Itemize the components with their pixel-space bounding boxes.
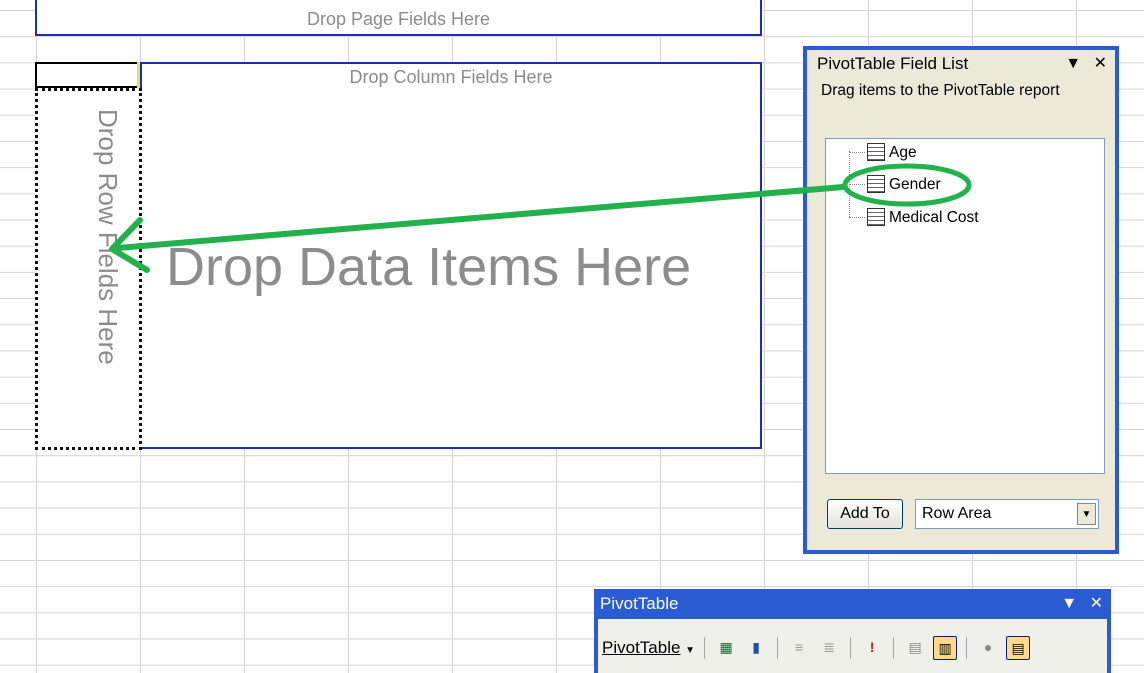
field-item-age[interactable]: Age: [867, 141, 917, 165]
show-detail-icon[interactable]: ≣: [817, 636, 841, 660]
chevron-down-icon[interactable]: ▼: [1077, 503, 1096, 525]
toolbar-buttons: PivotTable ▼ ▦ ▮ ≡ ≣ ! ▤ ▥ ● ▤: [602, 633, 1031, 663]
field-icon: [867, 143, 885, 161]
toolbar-separator: [777, 637, 779, 659]
column-fields-drop-zone[interactable]: Drop Column Fields Here: [140, 62, 762, 90]
refresh-data-icon[interactable]: !: [860, 636, 884, 660]
dropdown-arrow-icon[interactable]: ▼: [1061, 595, 1077, 612]
tree-line: [849, 152, 865, 153]
area-select[interactable]: Row Area ▼: [915, 499, 1099, 529]
data-items-drop-zone[interactable]: Drop Data Items Here: [140, 88, 762, 449]
page-fields-drop-zone[interactable]: Drop Page Fields Here: [35, 0, 762, 36]
field-item-medical-cost[interactable]: Medical Cost: [867, 206, 979, 230]
add-to-button[interactable]: Add To: [827, 499, 903, 529]
tree-line: [849, 217, 865, 218]
field-list-box[interactable]: Age Gender Medical Cost: [825, 138, 1105, 474]
field-item-label: Medical Cost: [889, 209, 979, 226]
toolbar-separator: [850, 637, 852, 659]
toolbar-title: PivotTable: [600, 594, 679, 613]
chevron-down-icon: ▼: [685, 645, 696, 656]
format-report-icon[interactable]: ▦: [714, 636, 738, 660]
tree-line: [849, 184, 865, 185]
field-item-label: Age: [889, 144, 917, 161]
close-icon[interactable]: ✕: [1094, 55, 1107, 72]
area-select-value: Row Area: [922, 505, 992, 522]
close-icon[interactable]: ✕: [1090, 595, 1103, 612]
field-item-gender[interactable]: Gender: [867, 173, 941, 197]
field-list-titlebar[interactable]: PivotTable Field List ▼ ✕: [807, 50, 1115, 78]
field-icon: [867, 208, 885, 226]
hide-detail-icon[interactable]: ≡: [787, 636, 811, 660]
show-field-list-icon[interactable]: ▤: [1006, 636, 1031, 660]
field-list-title: PivotTable Field List: [817, 54, 969, 73]
toolbar-titlebar[interactable]: PivotTable ▼ ✕: [594, 589, 1111, 619]
toolbar-separator: [704, 637, 706, 659]
dropdown-arrow-icon[interactable]: ▼: [1065, 55, 1081, 72]
active-cell[interactable]: [35, 62, 140, 88]
field-list-instruction: Drag items to the PivotTable report: [821, 82, 1060, 99]
toolbar-separator: [966, 637, 968, 659]
pivottable-field-list-panel[interactable]: PivotTable Field List ▼ ✕ Drag items to …: [803, 46, 1119, 554]
field-item-label: Gender: [889, 176, 941, 193]
chart-wizard-icon[interactable]: ▮: [744, 636, 768, 660]
row-fields-label: Drop Row Fields Here: [93, 109, 123, 365]
include-hidden-items-icon[interactable]: ▤: [903, 636, 927, 660]
field-icon: [867, 175, 885, 193]
pivottable-menu-label: PivotTable: [602, 638, 681, 657]
field-settings-icon[interactable]: ●: [976, 636, 1000, 660]
data-items-label: Drop Data Items Here: [166, 237, 692, 297]
pivottable-toolbar[interactable]: PivotTable ▼ ✕ PivotTable ▼ ▦ ▮ ≡ ≣ ! ▤ …: [594, 589, 1111, 673]
page-fields-label: Drop Page Fields Here: [306, 9, 491, 29]
always-display-items-icon[interactable]: ▥: [933, 636, 958, 660]
pivottable-menu[interactable]: PivotTable ▼: [602, 638, 695, 658]
column-fields-label: Drop Column Fields Here: [349, 67, 553, 87]
row-fields-drop-zone[interactable]: Drop Row Fields Here: [35, 88, 142, 450]
toolbar-separator: [893, 637, 895, 659]
